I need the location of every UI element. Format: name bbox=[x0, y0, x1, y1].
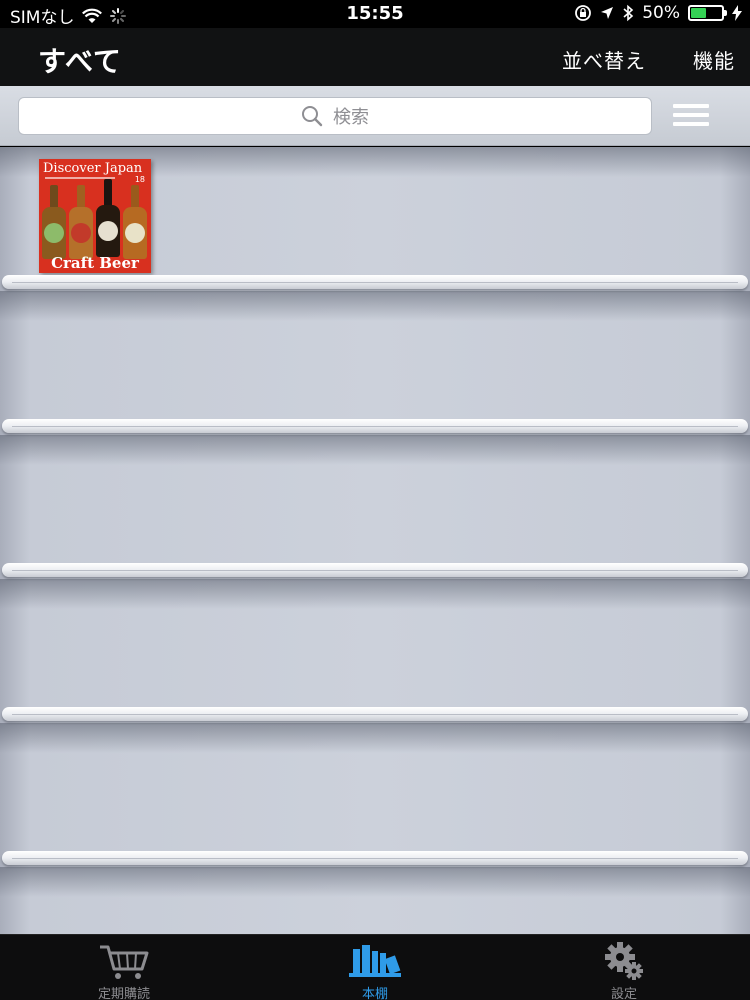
bookshelf: Discover Japan 18 Craft Beer bbox=[0, 147, 750, 934]
tab-label: 本棚 bbox=[361, 987, 388, 1000]
bluetooth-icon bbox=[623, 4, 634, 22]
shelf-board bbox=[2, 563, 748, 577]
tab-label: 定期購読 bbox=[97, 987, 150, 1000]
shopping-cart-icon bbox=[100, 945, 149, 979]
shelf-shadow bbox=[0, 291, 750, 321]
charging-bolt-icon bbox=[732, 5, 742, 21]
tab-subscription[interactable]: 定期購読 bbox=[64, 941, 184, 1000]
navigation-bar: すべて 並べ替え 機能 bbox=[0, 28, 750, 86]
beer-bottle-image bbox=[69, 185, 93, 259]
beer-bottle-image bbox=[96, 179, 120, 257]
book-cover-volume: 18 bbox=[134, 175, 145, 184]
tab-bookshelf[interactable]: 本棚 bbox=[315, 941, 435, 1000]
search-input[interactable]: 検索 bbox=[18, 97, 652, 135]
hamburger-menu-icon[interactable] bbox=[673, 104, 709, 128]
shelf-shadow bbox=[0, 579, 750, 609]
battery-percent: 50% bbox=[642, 3, 680, 23]
search-placeholder: 検索 bbox=[333, 107, 369, 128]
search-icon bbox=[302, 106, 323, 127]
page-title: すべて bbox=[38, 45, 122, 78]
sort-button[interactable]: 並べ替え bbox=[562, 45, 646, 74]
shelf-shadow bbox=[0, 867, 750, 897]
tab-label: 設定 bbox=[610, 987, 637, 1000]
shelf-shadow bbox=[0, 435, 750, 465]
beer-bottle-image bbox=[42, 185, 66, 259]
search-bar: 検索 bbox=[0, 86, 750, 146]
shelf-shadow bbox=[0, 723, 750, 753]
book-cover-title: Discover Japan bbox=[43, 161, 143, 176]
shelf-board bbox=[2, 419, 748, 433]
bookshelf-icon bbox=[349, 945, 401, 977]
status-right: 50% bbox=[574, 3, 742, 23]
book-cover[interactable]: Discover Japan 18 Craft Beer bbox=[39, 159, 151, 273]
shelf-board bbox=[2, 707, 748, 721]
battery-level-fill bbox=[691, 8, 706, 18]
book-cover-caption: Craft Beer bbox=[51, 254, 139, 272]
shelf-board bbox=[2, 851, 748, 865]
shelf-board bbox=[2, 275, 748, 289]
gears-icon bbox=[605, 942, 643, 980]
rotation-lock-icon bbox=[575, 5, 592, 21]
location-arrow-icon bbox=[601, 7, 614, 19]
tab-settings[interactable]: 設定 bbox=[564, 941, 684, 1000]
battery-icon bbox=[688, 5, 727, 21]
tab-bar: 定期購読 本棚 設定 bbox=[0, 934, 750, 1000]
status-bar: SIMなし 15:55 50% bbox=[0, 0, 750, 28]
beer-bottle-image bbox=[123, 185, 147, 259]
function-button[interactable]: 機能 bbox=[693, 45, 735, 74]
